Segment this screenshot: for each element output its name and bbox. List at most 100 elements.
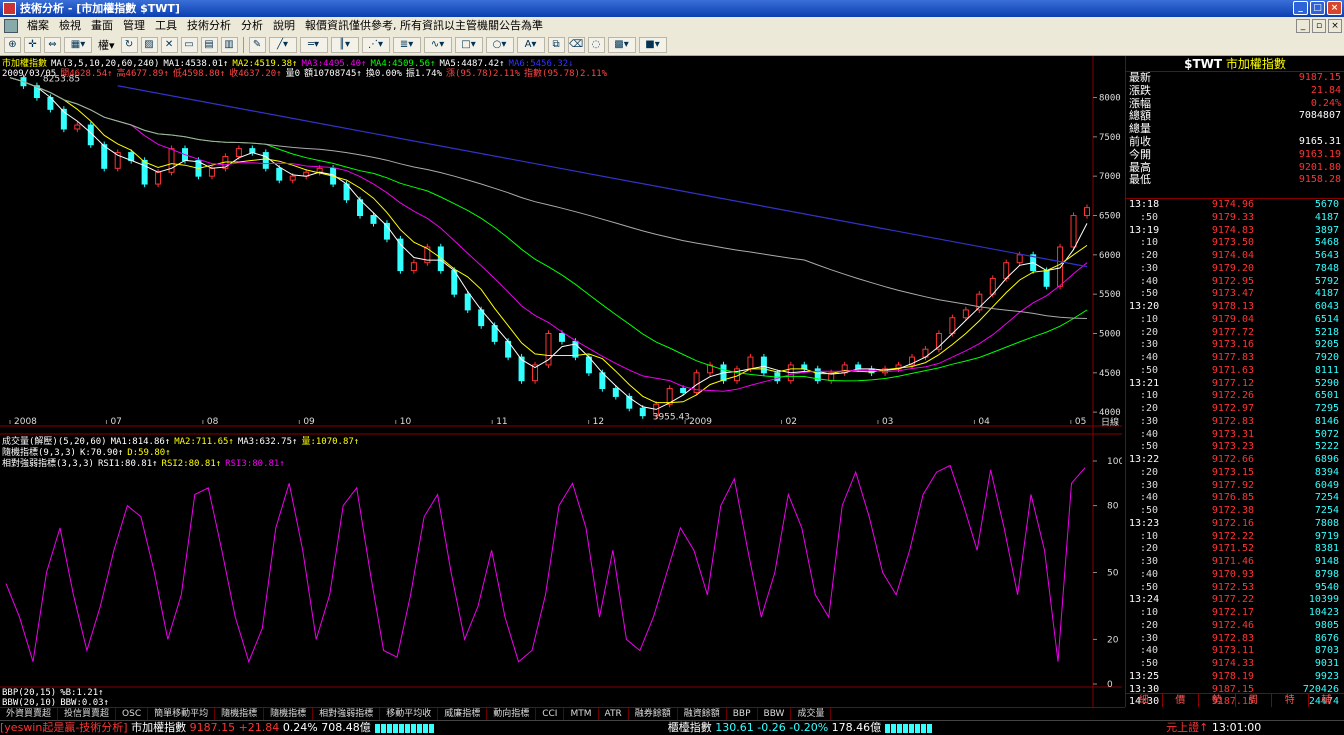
- window-2-icon[interactable]: ▤: [200, 37, 218, 53]
- indicator-tab[interactable]: 外資買賣超: [0, 708, 59, 720]
- indicator-tab[interactable]: 隨機指標: [264, 708, 314, 720]
- x-tick-label: 08: [207, 417, 219, 427]
- low-annotation: 3955.43: [653, 413, 690, 423]
- quote-tab[interactable]: 特: [1272, 694, 1309, 707]
- tick-price: 9172.22: [1211, 530, 1254, 542]
- x-tick-label: 04: [978, 417, 990, 427]
- indicator-tab[interactable]: BBW: [758, 708, 792, 720]
- close-button[interactable]: ×: [1327, 1, 1342, 15]
- menu-manage[interactable]: 管理: [118, 17, 150, 35]
- save-icon[interactable]: ■▾: [638, 37, 667, 53]
- erase-icon[interactable]: ⌫: [567, 37, 585, 53]
- channel-tool-icon[interactable]: ≣▾: [392, 37, 421, 53]
- copy-icon[interactable]: ⧉: [547, 37, 565, 53]
- ellipse-tool-icon[interactable]: ○▾: [485, 37, 514, 53]
- tick-row: :50 9173.47 4187: [1126, 288, 1344, 301]
- clear-icon[interactable]: ◌: [587, 37, 605, 53]
- indicator-tab[interactable]: 成交量: [791, 708, 832, 720]
- indicator-tab[interactable]: 移動平均收: [380, 708, 439, 720]
- tick-time: :20: [1140, 543, 1159, 555]
- maximize-button[interactable]: □: [1310, 1, 1325, 15]
- vline-tool-icon[interactable]: ║▾: [330, 37, 359, 53]
- zoom-in-icon[interactable]: ⊕: [4, 37, 21, 53]
- minimize-button[interactable]: _: [1293, 1, 1308, 15]
- indicator-tabs: 外資買賣超 投信買賣超 OSC 簡單移動平均 隨機指標 隨機指標 相對強弱指標 移動平均收 威廉…: [0, 707, 1125, 720]
- indicator-tab[interactable]: 相對強弱指標: [313, 708, 381, 720]
- draw-icon[interactable]: ✎: [248, 37, 266, 53]
- index2-name: 櫃檯指數: [667, 721, 712, 734]
- tick-time: :20: [1140, 250, 1159, 261]
- rect-tool-icon[interactable]: □▾: [454, 37, 483, 53]
- title-bar: 技術分析 - [市加權指數 $TWT] _ □ ×: [0, 0, 1344, 17]
- tick-time: :30: [1140, 556, 1159, 567]
- indicator-tab[interactable]: ATR: [599, 708, 629, 720]
- menu-screen[interactable]: 畫面: [86, 17, 118, 35]
- tick-row: :40 9176.85 7254: [1126, 492, 1344, 505]
- text-tool-icon[interactable]: A▾: [516, 37, 545, 53]
- candle-body: [1057, 246, 1064, 287]
- cancel-icon[interactable]: ✕: [160, 37, 178, 53]
- indicator-tab[interactable]: BBP: [727, 708, 758, 720]
- line-tool-icon[interactable]: ╱▾: [268, 37, 297, 53]
- indicator-tab[interactable]: 融券餘額: [629, 708, 678, 720]
- indicator-tab[interactable]: 投信買賣超: [58, 708, 117, 720]
- candle-body: [599, 372, 606, 390]
- x-tick-label: 09: [303, 417, 315, 427]
- rsi-y-tick-label: 100: [1107, 457, 1122, 467]
- doc-minimize-button[interactable]: _: [1296, 19, 1310, 33]
- indicator-tab[interactable]: 動向指標: [487, 708, 537, 720]
- indicator-tab[interactable]: 簡單移動平均: [148, 708, 216, 720]
- quote-value: 0.24%: [1310, 97, 1341, 109]
- tick-volume: 4187: [1314, 288, 1339, 300]
- quote-tab[interactable]: 價: [1163, 694, 1199, 707]
- tick-price: 9170.93: [1211, 568, 1254, 580]
- indicator-tab[interactable]: MTM: [564, 708, 599, 720]
- menu-file[interactable]: 檔案: [22, 17, 54, 35]
- tick-time: :50: [1140, 505, 1159, 516]
- wave-tool-icon[interactable]: ∿▾: [423, 37, 452, 53]
- tick-price: 9172.66: [1211, 454, 1254, 465]
- menu-view[interactable]: 檢視: [54, 17, 86, 35]
- candle-body: [1070, 215, 1077, 248]
- menu-technical[interactable]: 技術分析: [182, 17, 236, 35]
- doc-restore-button[interactable]: ▫: [1312, 19, 1326, 33]
- quote-tab[interactable]: 輔: [1309, 694, 1344, 707]
- chart-area[interactable]: 市加權指數 MA(3,5,10,20,60,240) MA1:4538.01↑ MA2…: [0, 56, 1122, 708]
- menu-help[interactable]: 說明: [268, 17, 300, 35]
- chart-icon[interactable]: ▨: [140, 37, 158, 53]
- menu-analysis[interactable]: 分析: [236, 17, 268, 35]
- fan-tool-icon[interactable]: ⋰▾: [361, 37, 390, 53]
- indicator-tab[interactable]: 融資餘額: [678, 708, 727, 720]
- layout-dropdown-icon[interactable]: ▦▾: [64, 37, 92, 53]
- tick-list[interactable]: 13:18 9174.96 5670:50 9179.33 4187 13:19 9174.…: [1126, 199, 1344, 709]
- indicator-tab[interactable]: CCI: [536, 708, 565, 720]
- window-1-icon[interactable]: ▭: [180, 37, 198, 53]
- tick-volume: 8703: [1314, 645, 1339, 657]
- indicator-tab[interactable]: 隨機指標: [215, 708, 265, 720]
- quote-value: 9158.28: [1298, 174, 1341, 186]
- quote-tab[interactable]: 勢: [1199, 694, 1236, 707]
- tick-time: :20: [1140, 619, 1159, 631]
- indicator-tab[interactable]: OSC: [116, 708, 149, 720]
- indicator-tab[interactable]: 威廉指標: [438, 708, 488, 720]
- candle-body: [155, 171, 162, 185]
- tick-volume: 6896: [1314, 454, 1339, 465]
- tick-time: :30: [1140, 632, 1159, 644]
- pan-icon[interactable]: ⇔: [44, 37, 61, 53]
- quote-tab[interactable]: 細: [1126, 694, 1163, 707]
- index1-name: 市加權指數: [131, 721, 187, 734]
- refresh-icon[interactable]: ↻: [120, 37, 138, 53]
- candle-body: [276, 167, 283, 181]
- crosshair-icon[interactable]: ✛: [24, 37, 41, 53]
- weight-dropdown[interactable]: 權▾: [95, 37, 118, 53]
- palette-icon[interactable]: ▩▾: [607, 37, 636, 53]
- doc-close-button[interactable]: ×: [1328, 19, 1342, 33]
- tick-volume: 7848: [1314, 262, 1339, 274]
- menu-tools[interactable]: 工具: [150, 17, 182, 35]
- tick-row: :20 9174.04 5643: [1126, 250, 1344, 263]
- hline-tool-icon[interactable]: ═▾: [299, 37, 328, 53]
- quote-tab[interactable]: 周: [1236, 694, 1272, 707]
- symbol-code: $TWT: [1184, 57, 1223, 71]
- window-3-icon[interactable]: ▥: [220, 37, 238, 53]
- candle-body: [1043, 270, 1050, 287]
